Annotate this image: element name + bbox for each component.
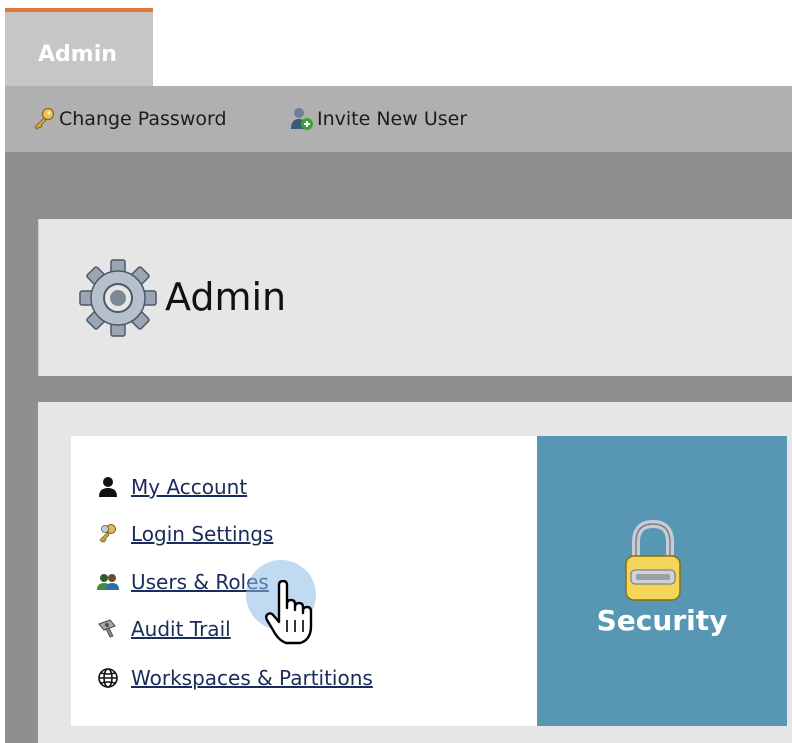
- users-icon: [97, 571, 119, 593]
- invite-new-user-label: Invite New User: [317, 108, 468, 130]
- audit-icon: [97, 618, 119, 640]
- workspaces-partitions-link[interactable]: Workspaces & Partitions: [131, 666, 373, 690]
- toolbar: Change Password Invite New User: [5, 86, 792, 152]
- key-icon: [31, 106, 57, 132]
- invite-new-user-button[interactable]: Invite New User: [289, 86, 467, 152]
- globe-icon: [97, 667, 119, 689]
- tab-admin[interactable]: Admin: [5, 8, 153, 86]
- change-password-button[interactable]: Change Password: [31, 86, 227, 152]
- change-password-label: Change Password: [59, 108, 227, 130]
- admin-stage: Admin My Account Login Settings Users & …: [5, 152, 792, 743]
- login-settings-link[interactable]: Login Settings: [131, 522, 273, 546]
- tab-admin-label: Admin: [38, 42, 117, 67]
- padlock-icon: [622, 518, 684, 610]
- list-item-users-roles[interactable]: Users & Roles: [97, 567, 269, 597]
- audit-trail-link[interactable]: Audit Trail: [131, 617, 231, 641]
- tab-bar: Admin: [0, 0, 792, 86]
- list-item-my-account[interactable]: My Account: [97, 472, 247, 502]
- page-title: Admin: [165, 275, 287, 319]
- my-account-link[interactable]: My Account: [131, 475, 247, 499]
- admin-header-panel: Admin: [38, 219, 792, 376]
- security-tile[interactable]: Security: [537, 436, 787, 726]
- list-item-audit-trail[interactable]: Audit Trail: [97, 614, 231, 644]
- person-icon: [97, 476, 119, 498]
- admin-content-panel: My Account Login Settings Users & Roles …: [38, 402, 792, 743]
- gear-icon: [77, 257, 159, 339]
- list-item-login-settings[interactable]: Login Settings: [97, 519, 273, 549]
- hand-cursor-icon: [264, 579, 314, 646]
- keys-icon: [97, 523, 119, 545]
- add-user-icon: [289, 106, 315, 132]
- list-item-workspaces-partitions[interactable]: Workspaces & Partitions: [97, 663, 373, 693]
- security-label: Security: [596, 604, 728, 637]
